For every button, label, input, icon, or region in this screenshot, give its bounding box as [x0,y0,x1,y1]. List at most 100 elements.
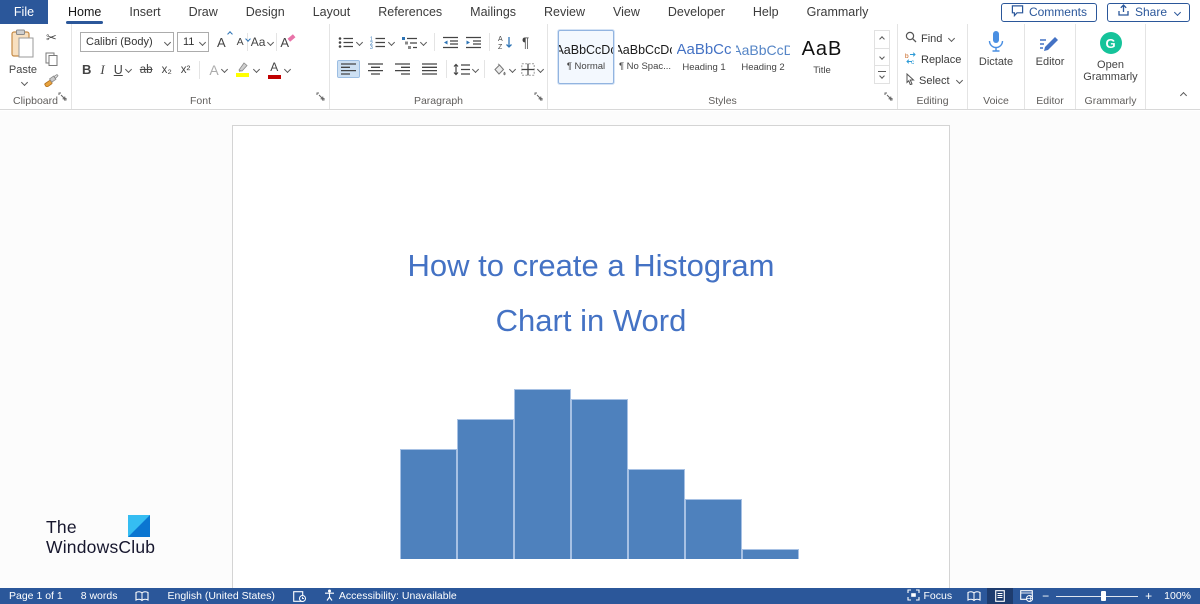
grow-font-button[interactable]: A [217,35,226,50]
tab-layout[interactable]: Layout [299,0,365,24]
page-count[interactable]: Page 1 of 1 [0,588,72,604]
styles-scroll-up-button[interactable] [875,31,889,49]
styles-dialog-launcher-icon[interactable] [884,88,893,106]
histogram-bar[interactable] [571,399,628,559]
paste-button[interactable]: Paste [6,29,40,88]
replace-button[interactable]: bc Replace [905,52,962,67]
histogram-bar[interactable] [400,449,457,559]
web-layout-button[interactable] [1013,588,1039,604]
subscript-button[interactable]: x₂ [162,64,172,76]
language-selector[interactable]: English (United States) [158,588,283,604]
tab-help[interactable]: Help [739,0,793,24]
strikethrough-button[interactable]: ab [140,64,153,76]
numbering-button[interactable]: 123 [370,36,394,49]
text-effects-button[interactable]: A [209,62,226,78]
comments-button[interactable]: Comments [1001,3,1097,22]
font-name-combo[interactable]: Calibri (Body) [80,32,174,52]
bullets-button[interactable] [338,36,362,49]
tab-mailings[interactable]: Mailings [456,0,530,24]
tab-insert[interactable]: Insert [115,0,174,24]
align-left-button[interactable] [338,61,359,77]
focus-mode-button[interactable]: Focus [898,588,962,604]
clipboard-dialog-launcher-icon[interactable] [58,88,67,106]
decrease-indent-button[interactable] [443,36,458,49]
proofing-icon[interactable] [126,588,158,604]
align-right-button[interactable] [392,61,413,77]
font-color-button[interactable]: A [268,60,281,79]
highlight-color-button[interactable] [236,62,250,77]
select-button[interactable]: Select [905,73,962,88]
file-tab[interactable]: File [0,0,48,24]
format-painter-icon[interactable] [44,72,59,88]
superscript-button[interactable]: x² [181,64,191,76]
paragraph-row-1: 123 AZ ¶ [338,33,529,51]
zoom-slider[interactable] [1056,588,1138,604]
style-heading-2[interactable]: AaBbCcD Heading 2 [735,30,791,84]
tab-home[interactable]: Home [54,0,115,24]
svg-text:Z: Z [498,44,503,49]
print-layout-button[interactable] [987,588,1013,604]
clear-formatting-button[interactable]: A [280,35,289,50]
styles-gallery: AaBbCcDc ¶ Normal AaBbCcDc ¶ No Spac... … [558,30,850,84]
font-dialog-launcher-icon[interactable] [316,88,325,106]
shrink-font-button[interactable]: A [237,36,244,48]
copy-icon[interactable] [44,51,59,67]
italic-button[interactable]: I [100,62,104,78]
microphone-icon [968,30,1024,56]
zoom-slider-thumb[interactable] [1101,591,1106,601]
zoom-out-button[interactable]: − [1039,589,1052,603]
font-size-value: 11 [183,36,194,48]
histogram-bar[interactable] [685,499,742,559]
increase-indent-button[interactable] [466,36,481,49]
change-case-button[interactable]: Aa [251,35,274,49]
histogram-bar[interactable] [514,389,571,559]
underline-button[interactable]: U [114,63,131,77]
accessibility-status[interactable]: Accessibility: Unavailable [315,588,466,604]
style-no-spacing[interactable]: AaBbCcDc ¶ No Spac... [617,30,673,84]
zoom-in-button[interactable]: + [1142,589,1155,603]
borders-button[interactable] [521,63,543,76]
find-button[interactable]: Find [905,31,962,46]
menu-bar: File Home Insert Draw Design Layout Refe… [0,0,1200,24]
zoom-level[interactable]: 100% [1155,588,1200,604]
clipboard-group: Paste ✂ Clipboard [0,24,72,109]
dictate-button[interactable]: Dictate [968,30,1024,68]
cut-icon[interactable]: ✂ [44,30,59,46]
share-button[interactable]: Share [1107,3,1190,22]
sort-button[interactable]: AZ [498,35,514,49]
histogram[interactable] [400,388,804,559]
justify-button[interactable] [419,61,440,77]
tab-draw[interactable]: Draw [175,0,232,24]
bold-button[interactable]: B [82,62,91,77]
editor-group: Editor Editor [1025,24,1076,109]
tab-references[interactable]: References [364,0,456,24]
title-line-1: How to create a Histogram [233,238,949,293]
tab-grammarly[interactable]: Grammarly [793,0,883,24]
tab-design[interactable]: Design [232,0,299,24]
style-normal[interactable]: AaBbCcDc ¶ Normal [558,30,614,84]
histogram-bar[interactable] [457,419,514,559]
shading-button[interactable] [491,63,515,76]
style-heading-1[interactable]: AaBbCc Heading 1 [676,30,732,84]
tab-review[interactable]: Review [530,0,599,24]
styles-more-button[interactable] [875,66,889,83]
font-size-combo[interactable]: 11 [177,32,209,52]
line-spacing-button[interactable] [453,63,478,76]
paragraph-dialog-launcher-icon[interactable] [534,88,543,106]
document-page[interactable]: How to create a Histogram Chart in Word [232,125,950,588]
histogram-bar[interactable] [742,549,799,559]
document-status-icon[interactable] [284,588,315,604]
align-center-button[interactable] [365,61,386,77]
show-formatting-marks-button[interactable]: ¶ [522,35,529,50]
tab-developer[interactable]: Developer [654,0,739,24]
editor-button[interactable]: Editor [1025,30,1075,68]
style-title[interactable]: AaB Title [794,30,850,84]
word-count[interactable]: 8 words [72,588,127,604]
histogram-bar[interactable] [628,469,685,559]
open-grammarly-button[interactable]: G Open Grammarly [1076,30,1145,83]
read-mode-button[interactable] [961,588,987,604]
styles-scroll-down-button[interactable] [875,49,889,67]
multilevel-list-button[interactable] [402,36,426,49]
collapse-ribbon-button[interactable] [1178,85,1186,103]
tab-view[interactable]: View [599,0,654,24]
